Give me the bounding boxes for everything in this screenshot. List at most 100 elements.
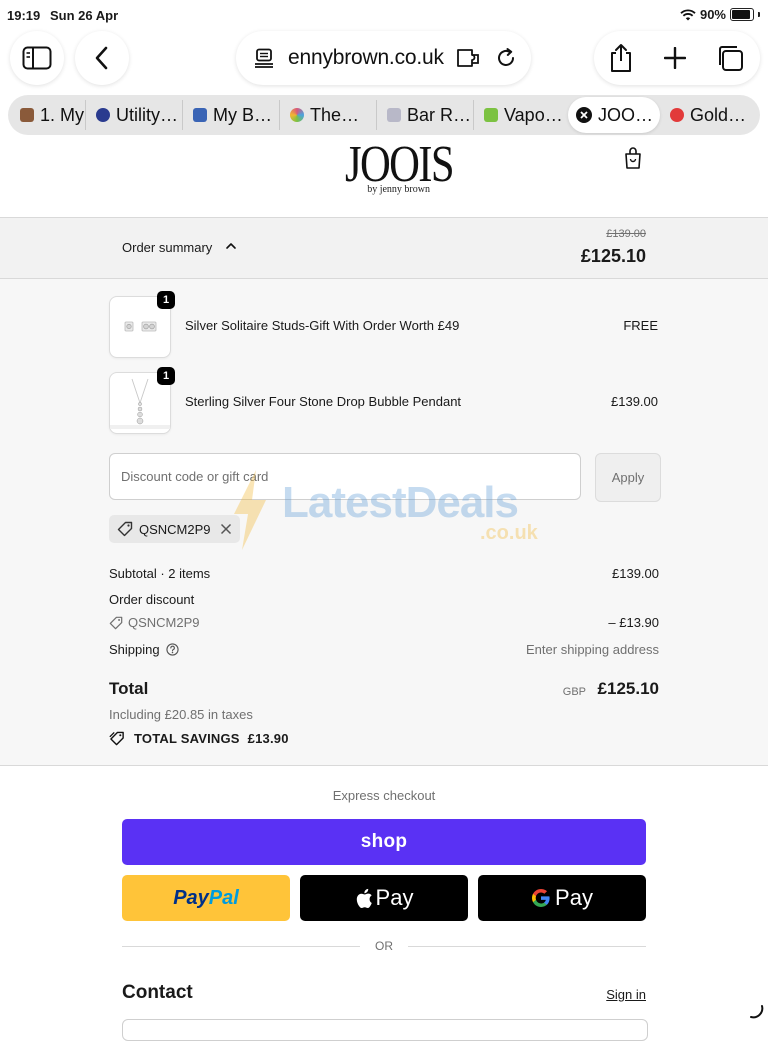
wifi-icon [680,8,696,20]
logo-text: JOOIS [345,136,455,193]
tab-item[interactable]: The… [280,95,376,135]
apple-pay-button[interactable]: Pay [300,875,468,921]
total-label: Total [109,679,149,698]
shop-pay-button[interactable]: shop [122,819,646,865]
order-total: £125.10 [580,246,646,266]
tab-label: JOO… [598,104,654,125]
quantity-badge: 1 [157,291,175,309]
tab-favicon [670,108,684,122]
status-bar: 19:19 Sun 26 Apr 90% [0,0,768,30]
shipping-row: Shipping [109,642,179,657]
google-pay-label: Pay [555,885,593,910]
discount-code-text: QSNCM2P9 [128,615,200,630]
subtotal-label: Subtotal · 2 items [109,566,211,581]
shipping-value: Enter shipping address [526,642,659,657]
share-icon[interactable] [608,43,634,73]
back-button[interactable] [75,31,129,85]
tab-favicon [193,108,207,122]
tab-favicon [387,108,401,122]
logo-subtitle: by jenny brown [367,184,430,195]
paypal-logo-b: Pal [208,886,239,909]
email-field[interactable] [122,1019,648,1041]
total-currency: GBP [562,686,586,698]
loading-indicator-icon [750,1005,764,1019]
remove-discount-icon[interactable] [220,523,232,535]
total-savings: TOTAL SAVINGS £13.90 [109,731,289,746]
tab-label: 1. My [40,104,85,125]
help-icon[interactable] [165,643,179,656]
order-summary-label: Order summary [122,240,213,255]
order-discount-label: Order discount [109,592,195,607]
status-date: Sun 26 Apr [50,8,119,23]
savings-value: £13.90 [247,731,289,746]
tab-item[interactable]: 1. My [8,95,85,135]
close-tab-icon[interactable] [576,107,592,123]
discount-value: – £13.90 [608,615,659,630]
tab-label: Utility… [116,104,178,125]
item-name: Silver Solitaire Studs-Gift With Order W… [185,318,460,333]
tab-favicon [96,108,110,122]
sidebar-toggle-button[interactable] [10,31,64,85]
discount-input[interactable] [110,454,572,499]
or-divider: OR [375,939,393,953]
express-checkout-label: Express checkout [332,788,436,803]
discount-code-row: QSNCM2P9 [109,615,200,630]
item-price: £139.00 [611,394,658,409]
total-value: £125.10 [597,679,659,698]
tab-label: My B… [213,104,273,125]
original-total: £139.00 [606,228,646,240]
tab-strip: 1. My Utility… My B… The… Bar R… Vapo… J… [8,95,760,135]
sidebar-icon [22,46,52,70]
savings-label: TOTAL SAVINGS [134,731,240,746]
reload-icon[interactable] [495,47,517,69]
applied-discount-chip: QSNCM2P9 [109,515,240,543]
apple-logo-icon [356,888,372,908]
google-logo-icon [532,889,550,907]
quantity-badge: 1 [157,367,175,385]
new-tab-icon[interactable] [664,47,686,69]
chevron-left-icon [95,46,108,70]
savings-tag-icon [109,731,124,746]
apple-pay-label: Pay [375,885,414,910]
page-menu-icon[interactable] [254,48,274,68]
address-bar[interactable]: ennybrown.co.uk [236,31,531,85]
item-price: FREE [623,318,658,333]
shipping-label: Shipping [109,642,160,657]
order-summary-toggle[interactable]: Order summary £139.00 £125.10 [0,218,768,279]
status-right: 90% [680,7,760,22]
item-name: Sterling Silver Four Stone Drop Bubble P… [185,394,462,409]
tab-item[interactable]: Bar R… [377,95,473,135]
tab-label: Bar R… [407,104,472,125]
apply-button[interactable]: Apply [595,453,661,502]
paypal-logo-a: Pay [173,886,209,909]
store-logo[interactable]: JOOIS by jenny brown [336,136,455,200]
tab-label: Gold… [690,104,747,125]
battery-icon [730,8,754,21]
extension-icon[interactable] [456,47,482,69]
tab-item-active[interactable]: JOO… [568,97,660,133]
applied-code: QSNCM2P9 [139,521,211,537]
tab-item[interactable]: Utility… [86,95,182,135]
tabs-overview-icon[interactable] [716,44,744,72]
chevron-up-icon [226,243,236,249]
sign-in-link[interactable]: Sign in [606,987,646,1002]
paypal-button[interactable]: Pay Pal [122,875,290,921]
google-pay-button[interactable]: Pay [478,875,646,921]
tab-item[interactable]: Vapo… [474,95,564,135]
tab-label: The… [310,104,360,125]
tab-favicon [484,108,498,122]
status-time: 19:19 [7,8,41,23]
battery-percent: 90% [699,7,726,22]
toolbar-actions [594,31,760,85]
discount-field[interactable] [109,453,581,500]
shopping-bag-icon[interactable] [623,146,643,170]
tab-item[interactable]: Gold… [664,95,754,135]
tab-item[interactable]: My B… [183,95,279,135]
tag-icon [109,616,123,629]
subtotal-value: £139.00 [612,566,659,581]
tab-favicon [20,108,34,122]
tag-icon [117,521,133,537]
url-text[interactable]: ennybrown.co.uk [288,46,444,70]
tab-favicon [290,108,304,122]
tax-note: Including £20.85 in taxes [109,707,253,722]
